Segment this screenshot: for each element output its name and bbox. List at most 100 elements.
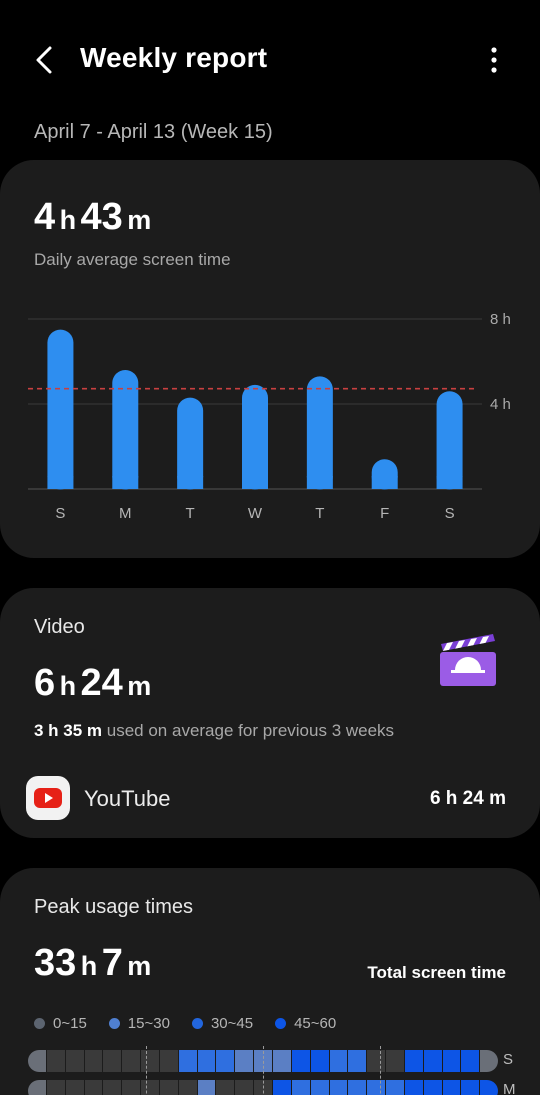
bar bbox=[436, 391, 463, 490]
daily-usage-bar-chart: 8 h 4 h S M T W T F S bbox=[28, 311, 511, 522]
bar bbox=[242, 384, 268, 490]
x-tick-label: F bbox=[380, 505, 389, 522]
legend-label: 30~45 bbox=[210, 1015, 254, 1032]
bar-base bbox=[306, 476, 333, 489]
heatmap-cell bbox=[122, 1080, 142, 1095]
bar-base bbox=[371, 476, 398, 489]
heatmap-cell bbox=[178, 1050, 198, 1072]
heatmap-cell bbox=[423, 1080, 443, 1095]
heatmap-cell bbox=[235, 1080, 255, 1095]
peak-usage-title: Peak usage times bbox=[34, 896, 193, 918]
x-tick-label: T bbox=[186, 505, 195, 522]
total-screen-time-value: 33 h 7 m bbox=[34, 942, 152, 984]
x-tick-label: M bbox=[119, 505, 132, 522]
heatmap-cell bbox=[348, 1080, 368, 1095]
heatmap-cell bbox=[28, 1050, 47, 1072]
heatmap-cell bbox=[28, 1080, 47, 1095]
heatmap-cell bbox=[442, 1080, 462, 1095]
video-total-time: 6 h 24 m bbox=[34, 662, 152, 704]
app-name[interactable]: YouTube bbox=[84, 786, 170, 812]
heatmap-cell bbox=[329, 1080, 349, 1095]
heatmap-cell bbox=[404, 1050, 424, 1072]
heatmap-cell bbox=[84, 1050, 104, 1072]
daily-average-card[interactable]: 4 h 43 m Daily average screen time 8 h4 … bbox=[0, 160, 540, 558]
bar-base bbox=[436, 476, 463, 489]
heatmap-cell bbox=[197, 1050, 217, 1072]
heatmap-cell bbox=[442, 1050, 462, 1072]
heatmap-cell bbox=[423, 1050, 443, 1072]
heatmap-cell bbox=[141, 1050, 160, 1072]
more-options-icon[interactable] bbox=[480, 44, 508, 76]
heatmap-cell bbox=[272, 1080, 292, 1095]
heatmap-cell bbox=[310, 1050, 330, 1072]
heatmap-cell bbox=[141, 1080, 160, 1095]
heatmap-cell bbox=[216, 1050, 236, 1072]
heatmap-cell bbox=[310, 1080, 330, 1095]
bar-base bbox=[242, 476, 268, 489]
heatmap-cell bbox=[65, 1080, 85, 1095]
y-tick-label: 8 h bbox=[490, 311, 511, 328]
heatmap-cell bbox=[386, 1080, 405, 1095]
heatmap-cell bbox=[404, 1080, 424, 1095]
legend-label: 0~15 bbox=[53, 1015, 87, 1032]
heatmap-cell bbox=[159, 1050, 179, 1072]
legend-item: 30~45 bbox=[191, 1015, 254, 1032]
legend-item: 0~15 bbox=[34, 1015, 87, 1032]
heatmap-cell bbox=[103, 1080, 123, 1095]
usage-legend: 0~15 15~30 30~45 45~60 bbox=[34, 1015, 358, 1032]
heatmap-day-label: M bbox=[503, 1081, 516, 1095]
heatmap-cell bbox=[216, 1080, 236, 1095]
time-divider bbox=[146, 1046, 147, 1095]
heatmap-cell bbox=[348, 1050, 368, 1072]
heatmap-cell bbox=[461, 1080, 481, 1095]
heatmap-cell bbox=[386, 1050, 405, 1072]
legend-label: 45~60 bbox=[294, 1015, 337, 1032]
x-tick-label: S bbox=[445, 505, 455, 522]
week-range: April 7 - April 13 (Week 15) bbox=[34, 121, 273, 143]
bar-base bbox=[177, 476, 204, 489]
category-title: Video bbox=[34, 616, 85, 638]
bar-base bbox=[47, 476, 74, 489]
previous-average: 3 h 35 m used on average for previous 3 … bbox=[34, 721, 395, 740]
legend-item: 15~30 bbox=[108, 1015, 170, 1032]
time-divider bbox=[263, 1046, 264, 1095]
heatmap-cell bbox=[367, 1050, 387, 1072]
legend-item: 45~60 bbox=[275, 1015, 336, 1032]
video-category-card[interactable]: Video 6 h 24 m 3 h 35 m used on average … bbox=[0, 588, 540, 838]
heatmap-cell bbox=[46, 1080, 66, 1095]
heatmap-day-label: S bbox=[503, 1051, 514, 1068]
page-title: Weekly report bbox=[80, 42, 268, 73]
heatmap-cell bbox=[291, 1050, 311, 1072]
time-divider bbox=[380, 1046, 381, 1095]
heatmap-cell bbox=[122, 1050, 142, 1072]
heatmap-cell bbox=[367, 1080, 387, 1095]
heatmap-cell bbox=[178, 1080, 198, 1095]
youtube-icon[interactable] bbox=[26, 776, 70, 820]
heatmap-cell bbox=[197, 1080, 217, 1095]
heatmap-cell bbox=[272, 1050, 292, 1072]
legend-dot-icon bbox=[191, 1018, 203, 1029]
heatmap-cell bbox=[461, 1050, 481, 1072]
heatmap-cell bbox=[65, 1050, 85, 1072]
heatmap-cell bbox=[480, 1080, 498, 1095]
bar-base bbox=[112, 476, 139, 489]
y-tick-label: 4 h bbox=[490, 396, 511, 413]
heatmap-cell bbox=[480, 1050, 498, 1072]
legend-dot-icon bbox=[275, 1018, 287, 1029]
clapperboard-icon bbox=[440, 634, 496, 686]
bar bbox=[177, 397, 204, 490]
bar bbox=[47, 329, 74, 490]
heatmap-cell bbox=[329, 1050, 349, 1072]
bar bbox=[306, 376, 333, 490]
peak-usage-card[interactable]: Peak usage times 33 h 7 m Total screen t… bbox=[0, 868, 540, 1095]
heatmap-cell bbox=[159, 1080, 179, 1095]
bar bbox=[112, 370, 139, 490]
total-screen-time-label: Total screen time bbox=[367, 963, 506, 982]
back-button[interactable] bbox=[30, 42, 60, 78]
legend-label: 15~30 bbox=[127, 1015, 170, 1032]
legend-dot-icon bbox=[108, 1018, 120, 1029]
heatmap-cell bbox=[291, 1080, 311, 1095]
app-usage-time: 6 h 24 m bbox=[429, 788, 506, 809]
heatmap-cell bbox=[103, 1050, 123, 1072]
heatmap-cell bbox=[84, 1080, 104, 1095]
